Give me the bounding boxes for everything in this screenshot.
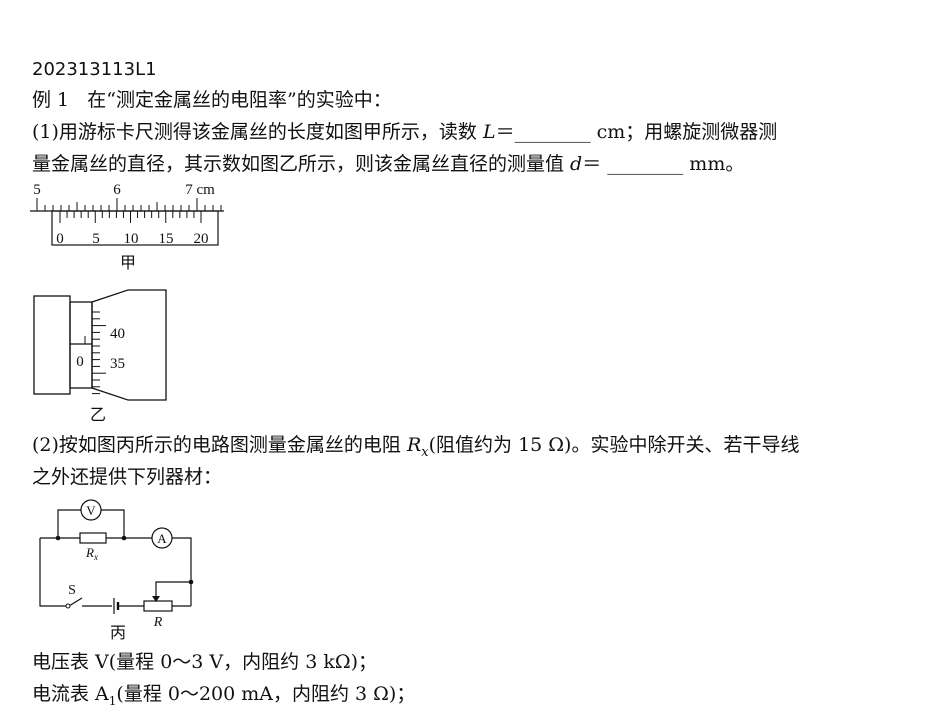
rheostat — [143, 600, 173, 612]
q2-var-sub: x — [421, 444, 429, 460]
thimble-label-40: 40 — [110, 326, 125, 342]
wire-right — [172, 537, 192, 606]
junction-node-left — [55, 535, 61, 541]
ammeter-label: A — [157, 531, 167, 546]
junction-node-slider — [188, 579, 194, 585]
q2-text-a: (2)按如图丙所示的电路图测量金属丝的电阻 — [32, 434, 407, 456]
vernier-label-5: 5 — [92, 231, 100, 247]
q1-text-a: (1)用游标卡尺测得该金属丝的长度如图甲所示，读数 — [32, 121, 483, 143]
switch-blade — [68, 597, 83, 607]
figure-yi-caption: 乙 — [90, 407, 106, 424]
rheostat-slider-wire — [155, 581, 191, 600]
q1-text-d: ＝ ________ mm。 — [582, 153, 745, 175]
q2-var-R: R — [406, 434, 422, 456]
junction-node-right — [121, 535, 127, 541]
thimble-scale-ticks — [92, 311, 106, 395]
rheostat-label: R — [153, 615, 163, 630]
equipment-voltmeter: 电压表 V(量程 0～3 V，内阻约 3 kΩ)； — [32, 651, 377, 673]
main-scale-label-7cm: 7 cm — [185, 182, 215, 198]
wire-voltmeter-left — [57, 509, 81, 538]
resistor-rx-label: Rx — [85, 545, 98, 562]
vernier-label-10: 10 — [124, 231, 139, 247]
question-1-line-1: (1)用游标卡尺测得该金属丝的长度如图甲所示，读数 L＝________ cm；… — [32, 120, 777, 144]
q1-text-c: 量金属丝的直径，其示数如图乙所示，则该金属丝直径的测量值 — [32, 153, 571, 175]
example-title: 在“测定金属丝的电阻率”的实验中： — [87, 89, 392, 111]
vernier-scale-ticks — [59, 211, 202, 223]
switch-contact — [65, 603, 71, 609]
document-code: 202313113L1 — [32, 59, 157, 80]
micrometer-thimble — [91, 289, 167, 401]
ammeter-text-a: 电流表 A — [32, 683, 109, 705]
equipment-ammeter: 电流表 A1(量程 0～200 mA，内阻约 3 Ω)； — [32, 682, 415, 713]
vernier-caliper-figure: 5 6 7 cm 0 5 10 15 20 甲 — [30, 182, 224, 272]
micrometer-figure: 40 35 0 乙 — [33, 289, 167, 424]
vernier-label-15: 15 — [159, 231, 174, 247]
vernier-label-20: 20 — [194, 231, 209, 247]
micrometer-sleeve — [69, 301, 93, 389]
switch-label: S — [68, 583, 76, 598]
micrometer-frame — [33, 295, 71, 395]
sleeve-label-0: 0 — [76, 354, 84, 370]
question-1-line-2: 量金属丝的直径，其示数如图乙所示，则该金属丝直径的测量值 d＝ ________… — [32, 152, 744, 176]
q1-var-L: L — [482, 121, 496, 143]
q1-text-b: ＝________ cm；用螺旋测微器测 — [495, 121, 778, 143]
question-2-line-1: (2)按如图丙所示的电路图测量金属丝的电阻 Rx(阻值约为 15 Ω)。实验中除… — [32, 433, 799, 465]
main-scale-label-5: 5 — [33, 182, 41, 198]
wire-left — [39, 538, 66, 607]
q1-var-d: d — [570, 153, 583, 175]
example-label: 例 1 — [32, 89, 70, 111]
main-scale-ticks — [36, 198, 222, 211]
thimble-label-35: 35 — [110, 356, 125, 372]
main-scale-label-6: 6 — [113, 182, 121, 198]
figure-jia-caption: 甲 — [120, 255, 136, 272]
vernier-label-0: 0 — [56, 231, 64, 247]
q2-text-b: (阻值约为 15 Ω)。实验中除开关、若干导线 — [428, 434, 800, 456]
example-heading: 例 1 在“测定金属丝的电阻率”的实验中： — [32, 88, 392, 112]
resistor-rx — [79, 532, 107, 544]
voltmeter-label: V — [86, 503, 96, 518]
question-2-line-2: 之外还提供下列器材： — [32, 466, 223, 488]
ammeter-text-b: (量程 0～200 mA，内阻约 3 Ω)； — [116, 683, 416, 705]
figure-bing-caption: 丙 — [110, 625, 126, 642]
circuit-figure: V Rx A S R 丙 — [39, 499, 194, 642]
